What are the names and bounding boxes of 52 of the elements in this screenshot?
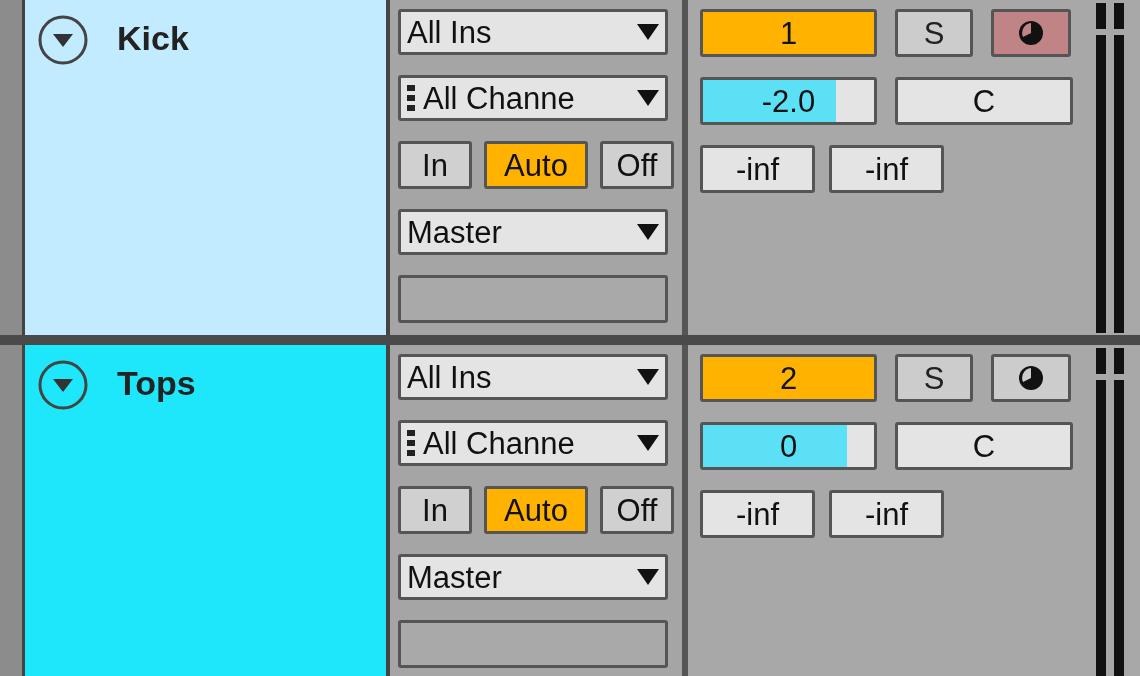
dropdown[interactable]: All Channe (398, 420, 668, 466)
monitor-button[interactable]: Off (600, 486, 674, 534)
arm-button[interactable] (991, 354, 1071, 402)
caret-icon (637, 224, 659, 240)
dots-icon (407, 430, 415, 456)
track-name: Kick (117, 21, 189, 55)
half-circle-icon (1018, 20, 1044, 46)
peak-level[interactable]: -inf (829, 490, 944, 538)
empty-field[interactable] (398, 275, 668, 323)
pan-control[interactable]: C (895, 77, 1073, 125)
monitor-button[interactable]: Auto (484, 486, 588, 534)
dropdown[interactable]: All Ins (398, 354, 668, 400)
dropdown[interactable]: All Channe (398, 75, 668, 121)
monitor-button[interactable]: In (398, 486, 472, 534)
monitor-button[interactable]: Auto (484, 141, 588, 189)
volume-slider[interactable]: 0 (700, 422, 877, 470)
caret-icon (637, 569, 659, 585)
solo-button[interactable]: S (895, 354, 973, 402)
volume-value: -2.0 (760, 82, 817, 121)
caret-icon (637, 90, 659, 106)
arm-button[interactable] (991, 9, 1071, 57)
monitor-button[interactable]: In (398, 141, 472, 189)
dropdown[interactable]: All Ins (398, 9, 668, 55)
dropdown-value: All Ins (407, 16, 493, 48)
volume-value: 0 (778, 427, 799, 466)
dropdown-value: All Ins (407, 361, 493, 393)
track-number-button[interactable]: 1 (700, 9, 877, 57)
dropdown-value: All Channe (423, 82, 576, 114)
empty-field[interactable] (398, 620, 668, 668)
solo-button[interactable]: S (895, 9, 973, 57)
caret-icon (637, 435, 659, 451)
pan-control[interactable]: C (895, 422, 1073, 470)
dropdown[interactable]: Master (398, 209, 668, 255)
track-header[interactable]: Kick (25, 0, 390, 335)
caret-icon (637, 369, 659, 385)
dots-icon (407, 85, 415, 111)
half-circle-icon (1018, 365, 1044, 391)
caret-icon (637, 24, 659, 40)
collapse-icon[interactable] (37, 359, 89, 411)
dropdown[interactable]: Master (398, 554, 668, 600)
monitor-button[interactable]: Off (600, 141, 674, 189)
dropdown-value: Master (407, 561, 503, 593)
track-name: Tops (117, 366, 196, 400)
track-header[interactable]: Tops (25, 345, 390, 676)
peak-level[interactable]: -inf (700, 145, 815, 193)
peak-level[interactable]: -inf (700, 490, 815, 538)
track-number-button[interactable]: 2 (700, 354, 877, 402)
dropdown-value: Master (407, 216, 503, 248)
peak-level[interactable]: -inf (829, 145, 944, 193)
volume-slider[interactable]: -2.0 (700, 77, 877, 125)
collapse-icon[interactable] (37, 14, 89, 66)
dropdown-value: All Channe (423, 427, 576, 459)
